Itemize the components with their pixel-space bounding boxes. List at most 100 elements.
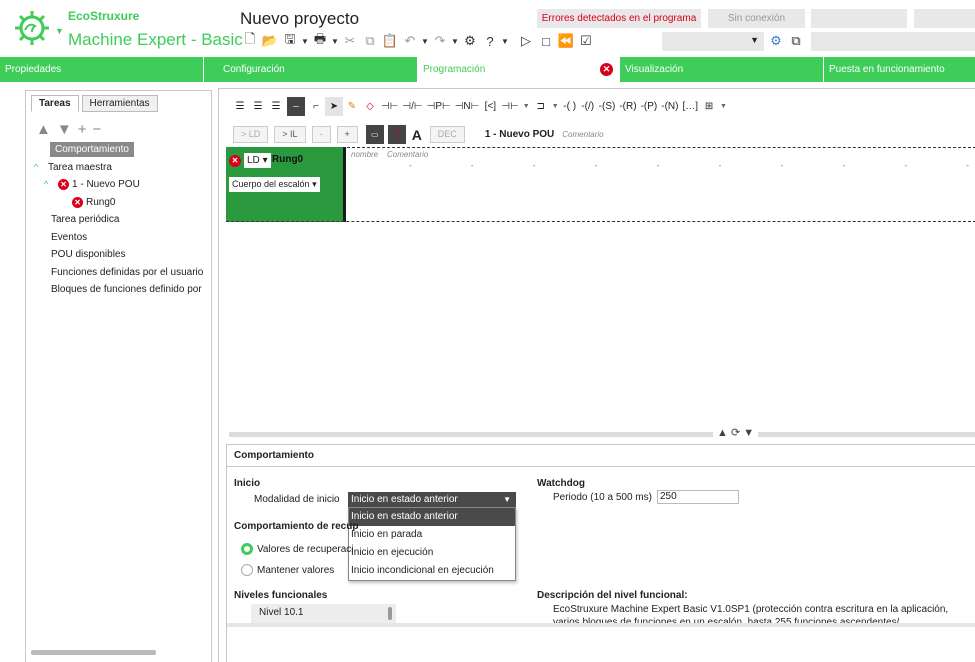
rung-body-select[interactable]: Cuerpo del escalón ▾ <box>229 177 320 192</box>
redo-dropdown-icon[interactable]: ▼ <box>450 32 460 50</box>
function-block-icon[interactable]: ⊐ <box>532 97 550 116</box>
sync-icon[interactable]: ⟳ <box>731 427 740 439</box>
period-input[interactable]: 250 <box>657 490 739 504</box>
controller-select[interactable]: ▼ <box>662 32 764 51</box>
keep-values-radio[interactable] <box>241 564 253 576</box>
save-icon[interactable]: 🖫 <box>280 31 300 50</box>
tree-item-events[interactable]: Eventos <box>34 229 209 247</box>
tab-visualization[interactable]: Visualización <box>620 57 824 82</box>
pou-comment[interactable]: Comentario <box>562 130 603 139</box>
tree-item-function-blocks[interactable]: Bloques de funciones definido por <box>34 281 209 299</box>
zoom-in-button[interactable]: + <box>336 126 358 143</box>
pencil-icon[interactable]: ✎ <box>343 97 361 116</box>
delete-rung-icon[interactable]: ☰ <box>267 97 285 116</box>
add-block-icon[interactable]: ⊞ <box>700 97 718 116</box>
help-dropdown-icon[interactable]: ▼ <box>500 32 510 50</box>
save-dropdown-icon[interactable]: ▼ <box>300 32 310 50</box>
contact-block-icon[interactable]: ⊣⊢ <box>499 97 520 116</box>
rung-header[interactable]: ✕ LD ▾ Rung0 Cuerpo del escalón ▾ <box>226 147 346 222</box>
remove-icon[interactable]: − <box>92 121 101 138</box>
convert-to-il-button[interactable]: > IL <box>274 126 306 143</box>
level-item[interactable]: Nivel 10.1 <box>259 607 303 618</box>
language-select[interactable]: LD ▾ <box>244 153 271 168</box>
tree-item-periodic-task[interactable]: Tarea periódica <box>34 211 209 229</box>
redo-icon[interactable]: ↷ <box>430 32 450 50</box>
tree-item-user-functions[interactable]: Funciones definidas por el usuario <box>34 264 209 282</box>
rewind-icon[interactable]: ⏪ <box>556 32 576 50</box>
dec-button[interactable]: DEC <box>429 126 465 143</box>
tree-item-behavior[interactable]: Comportamiento <box>34 141 209 159</box>
convert-to-ld-button[interactable]: > LD <box>233 126 269 143</box>
tab-programming[interactable]: Programación ✕ <box>418 57 620 82</box>
copy-icon[interactable]: ⧉ <box>360 32 380 50</box>
normally-open-contact-icon[interactable]: ⊣⊢ <box>379 97 400 116</box>
tree-item-rung[interactable]: ✕ Rung0 <box>34 194 209 212</box>
tree-item-available-pou[interactable]: POU disponibles <box>34 246 209 264</box>
coil-icon[interactable]: -( ) <box>561 97 579 116</box>
paste-icon[interactable]: 📋 <box>380 32 400 50</box>
undo-dropdown-icon[interactable]: ▼ <box>420 32 430 50</box>
positive-coil-icon[interactable]: -(P) <box>639 97 660 116</box>
horizontal-scrollbar[interactable] <box>31 650 156 655</box>
symbol-icon[interactable]: T <box>387 125 406 144</box>
move-down-icon[interactable]: ▼ <box>57 121 72 138</box>
collapse-up-icon[interactable]: ▲ <box>717 427 728 439</box>
tab-configuration[interactable]: Configuración <box>218 57 418 82</box>
insert-rung-after-icon[interactable]: ☰ <box>249 97 267 116</box>
settings-icon[interactable]: ⚙ <box>460 32 480 50</box>
vertical-scrollbar[interactable] <box>388 607 392 620</box>
run-icon[interactable]: ▷ <box>516 32 536 50</box>
dropdown-option[interactable]: Inicio en parada <box>349 526 515 544</box>
add-block-dropdown-icon[interactable]: ▼ <box>718 97 729 116</box>
contact-dropdown-icon[interactable]: ▼ <box>521 97 532 116</box>
falling-edge-contact-icon[interactable]: ⊣N⊢ <box>453 97 482 116</box>
font-size-icon[interactable]: A <box>408 125 426 144</box>
set-coil-icon[interactable]: -(S) <box>597 97 618 116</box>
rising-edge-contact-icon[interactable]: ⊣P⊢ <box>425 97 453 116</box>
simulator-icon[interactable]: ⧉ <box>786 32 806 50</box>
tab-tools[interactable]: Herramientas <box>81 95 158 112</box>
panel-splitter[interactable] <box>229 432 975 437</box>
zoom-out-button[interactable]: - <box>311 126 331 143</box>
undo-icon[interactable]: ↶ <box>400 32 420 50</box>
dropdown-option[interactable]: Inicio incondicional en ejecución <box>349 562 515 580</box>
tab-properties[interactable]: Propiedades <box>0 57 204 82</box>
functional-levels-list[interactable]: Nivel 10.1 <box>251 604 396 624</box>
tab-commissioning[interactable]: Puesta en funcionamiento <box>824 57 975 82</box>
open-folder-icon[interactable]: 📂 <box>260 32 280 50</box>
negative-coil-icon[interactable]: -(N) <box>659 97 680 116</box>
rung-name-comment-fields[interactable]: nombre Comentario <box>351 150 428 159</box>
cut-icon[interactable]: ✂ <box>340 32 360 50</box>
dropdown-option[interactable]: Inicio en estado anterior <box>349 508 515 526</box>
eraser-icon[interactable]: ◇ <box>361 97 379 116</box>
collapse-down-icon[interactable]: ▼ <box>743 427 754 439</box>
reset-coil-icon[interactable]: -(R) <box>617 97 638 116</box>
tree-item-master-task[interactable]: ^ Tarea maestra <box>34 159 209 177</box>
print-dropdown-icon[interactable]: ▼ <box>330 32 340 50</box>
branch-icon[interactable]: ─ <box>287 97 305 116</box>
chevron-up-icon[interactable]: ^ <box>44 176 58 193</box>
print-icon[interactable]: 🖶 <box>310 31 330 50</box>
fallback-values-radio[interactable] <box>241 543 253 555</box>
wire-icon[interactable]: ⌐ <box>307 97 325 116</box>
pointer-icon[interactable]: ➤ <box>325 97 343 116</box>
new-file-icon[interactable]: 🗋 <box>240 31 260 50</box>
dropdown-option[interactable]: Inicio en ejecución <box>349 544 515 562</box>
comment-icon[interactable]: ▭ <box>365 125 384 144</box>
tree-item-pou[interactable]: ^ ✕ 1 - Nuevo POU <box>34 176 209 194</box>
negated-coil-icon[interactable]: -(/) <box>579 97 597 116</box>
help-icon[interactable]: ? <box>480 32 500 50</box>
start-mode-select[interactable]: Inicio en estado anterior ▼ <box>348 492 516 507</box>
horizontal-scrollbar[interactable] <box>227 623 975 627</box>
function-block-dropdown-icon[interactable]: ▼ <box>550 97 561 116</box>
insert-rung-icon[interactable]: ☰ <box>231 97 249 116</box>
connect-icon[interactable]: ⚙ <box>766 32 786 50</box>
tab-tasks[interactable]: Tareas <box>31 95 79 112</box>
app-menu-chevron-icon[interactable]: ▼ <box>55 26 64 36</box>
chevron-up-icon[interactable]: ^ <box>34 159 48 176</box>
compare-block-icon[interactable]: [<] <box>481 97 499 116</box>
add-icon[interactable]: + <box>78 121 87 138</box>
errors-status[interactable]: Errores detectados en el programa <box>537 9 701 28</box>
operation-block-icon[interactable]: […] <box>680 97 700 116</box>
normally-closed-contact-icon[interactable]: ⊣/⊢ <box>400 97 424 116</box>
